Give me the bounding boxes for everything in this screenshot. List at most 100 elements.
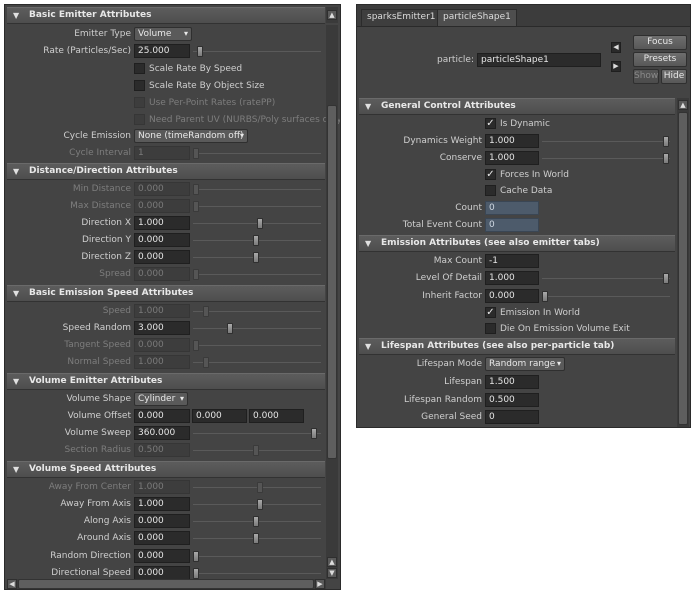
speed-random-slider-track[interactable] (193, 328, 321, 329)
away-from-center-slider-thumb[interactable] (257, 482, 263, 493)
spread-slider-track[interactable] (193, 274, 321, 275)
conserve-slider-track[interactable] (542, 158, 670, 159)
max-count-field[interactable]: -1 (485, 254, 539, 268)
scroll-up-icon[interactable]: ▲ (327, 10, 337, 20)
away-from-axis-field[interactable]: 1.000 (134, 497, 190, 511)
scroll-up-icon[interactable]: ▲ (678, 100, 688, 110)
rate-slider-thumb[interactable] (197, 46, 203, 57)
tangent-speed-slider-track[interactable] (193, 345, 321, 346)
speed-random-slider-thumb[interactable] (227, 323, 233, 334)
lifespan-random-field[interactable]: 0.500 (485, 393, 539, 407)
dynamics-weight-field[interactable]: 1.000 (485, 134, 539, 148)
lifespan-mode-dropdown[interactable]: Random range ▾ (485, 357, 565, 371)
tangent-speed-field[interactable]: 0.000 (134, 338, 190, 352)
level-of-detail-field[interactable]: 1.000 (485, 271, 539, 285)
section-emission[interactable]: ▼ Emission Attributes (see also emitter … (359, 235, 675, 252)
scroll-up-icon[interactable]: ▲ (327, 557, 337, 567)
speed-slider-track[interactable] (193, 311, 321, 312)
scale-rate-size-checkbox[interactable] (134, 80, 145, 91)
spread-slider-thumb[interactable] (193, 269, 199, 280)
around-axis-field[interactable]: 0.000 (134, 531, 190, 545)
direction-y-slider-thumb[interactable] (253, 235, 259, 246)
direction-z-field[interactable]: 0.000 (134, 250, 190, 264)
vertical-scrollbar[interactable]: ▲ ▼ (326, 25, 338, 579)
tab-sparks-emitter[interactable]: sparksEmitter1 (361, 9, 442, 26)
normal-speed-field[interactable]: 1.000 (134, 355, 190, 369)
speed-slider-thumb[interactable] (203, 306, 209, 317)
directional-speed-field[interactable]: 0.000 (134, 566, 190, 580)
is-dynamic-checkbox[interactable]: ✓ (485, 118, 496, 129)
direction-x-slider-thumb[interactable] (257, 218, 263, 229)
use-per-point-checkbox[interactable] (134, 97, 145, 108)
conserve-field[interactable]: 1.000 (485, 151, 539, 165)
speed-random-field[interactable]: 3.000 (134, 321, 190, 335)
section-lifespan[interactable]: ▼ Lifespan Attributes (see also per-part… (359, 338, 675, 355)
general-seed-field[interactable]: 0 (485, 410, 539, 424)
directional-speed-slider-thumb[interactable] (193, 568, 199, 579)
section-basic-emission-speed[interactable]: ▼ Basic Emission Speed Attributes (7, 285, 325, 302)
tangent-speed-slider-thumb[interactable] (193, 340, 199, 351)
tab-particle-shape[interactable]: particleShape1 (437, 9, 517, 26)
cache-data-checkbox[interactable] (485, 185, 496, 196)
vertical-scrollbar[interactable]: ▲ (677, 98, 689, 427)
focus-button[interactable]: Focus (633, 35, 687, 50)
show-button[interactable]: Show (633, 69, 659, 84)
volume-sweep-slider-thumb[interactable] (311, 428, 317, 439)
vertical-scroll-thumb[interactable] (327, 105, 337, 459)
scroll-down-icon[interactable]: ▼ (327, 568, 337, 578)
spread-field[interactable]: 0.000 (134, 267, 190, 281)
max-distance-slider-thumb[interactable] (193, 201, 199, 212)
normal-speed-slider-track[interactable] (193, 362, 321, 363)
cycle-interval-slider-track[interactable] (193, 153, 321, 154)
inherit-factor-slider-track[interactable] (542, 296, 670, 297)
section-basic-emitter[interactable]: ▼ Basic Emitter Attributes (7, 7, 325, 24)
presets-button[interactable]: Presets (633, 52, 687, 67)
hide-button[interactable]: Hide (661, 69, 687, 84)
scroll-left-icon[interactable]: ◀ (7, 579, 17, 589)
horizontal-scroll-thumb[interactable] (18, 579, 314, 589)
min-distance-slider-track[interactable] (193, 189, 321, 190)
random-direction-field[interactable]: 0.000 (134, 549, 190, 563)
away-from-axis-slider-thumb[interactable] (257, 499, 263, 510)
scale-rate-speed-checkbox[interactable] (134, 63, 145, 74)
volume-offset-y-field[interactable]: 0.000 (192, 409, 247, 423)
dynamics-weight-slider-thumb[interactable] (663, 136, 669, 147)
need-parent-uv-checkbox[interactable] (134, 114, 145, 125)
min-distance-field[interactable]: 0.000 (134, 182, 190, 196)
max-distance-field[interactable]: 0.000 (134, 199, 190, 213)
directional-speed-slider-track[interactable] (193, 573, 321, 574)
emitter-type-dropdown[interactable]: Volume ▾ (134, 27, 192, 41)
direction-x-field[interactable]: 1.000 (134, 216, 190, 230)
lifespan-field[interactable]: 1.500 (485, 375, 539, 389)
cycle-interval-field[interactable]: 1 (134, 146, 190, 160)
direction-y-field[interactable]: 0.000 (134, 233, 190, 247)
horizontal-scrollbar[interactable]: ◀ ▶ (7, 579, 326, 589)
volume-shape-dropdown[interactable]: Cylinder ▾ (134, 392, 188, 406)
scroll-right-icon[interactable]: ▶ (315, 579, 325, 589)
particle-name-field[interactable]: particleShape1 (477, 53, 601, 67)
volume-offset-x-field[interactable]: 0.000 (134, 409, 190, 423)
volume-offset-z-field[interactable]: 0.000 (249, 409, 304, 423)
volume-sweep-field[interactable]: 360.000 (134, 426, 190, 440)
along-axis-slider-thumb[interactable] (253, 516, 259, 527)
section-radius-slider-thumb[interactable] (253, 445, 259, 456)
inherit-factor-field[interactable]: 0.000 (485, 289, 539, 303)
level-of-detail-slider-thumb[interactable] (663, 273, 669, 284)
section-distance-direction[interactable]: ▼ Distance/Direction Attributes (7, 163, 325, 180)
forces-in-world-checkbox[interactable]: ✓ (485, 169, 496, 180)
level-of-detail-slider-track[interactable] (542, 278, 670, 279)
conserve-slider-thumb[interactable] (663, 153, 669, 164)
rate-field[interactable]: 25.000 (134, 44, 190, 58)
inherit-factor-slider-thumb[interactable] (542, 291, 548, 302)
cycle-interval-slider-thumb[interactable] (193, 148, 199, 159)
around-axis-slider-thumb[interactable] (253, 533, 259, 544)
direction-z-slider-thumb[interactable] (253, 252, 259, 263)
section-volume-emitter[interactable]: ▼ Volume Emitter Attributes (7, 373, 325, 390)
rate-slider-track[interactable] (193, 51, 321, 52)
emission-in-world-checkbox[interactable]: ✓ (485, 307, 496, 318)
output-connection-icon[interactable]: ▶ (611, 61, 621, 72)
speed-field[interactable]: 1.000 (134, 304, 190, 318)
random-direction-slider-thumb[interactable] (193, 551, 199, 562)
volume-sweep-slider-track[interactable] (193, 433, 321, 434)
dynamics-weight-slider-track[interactable] (542, 141, 670, 142)
